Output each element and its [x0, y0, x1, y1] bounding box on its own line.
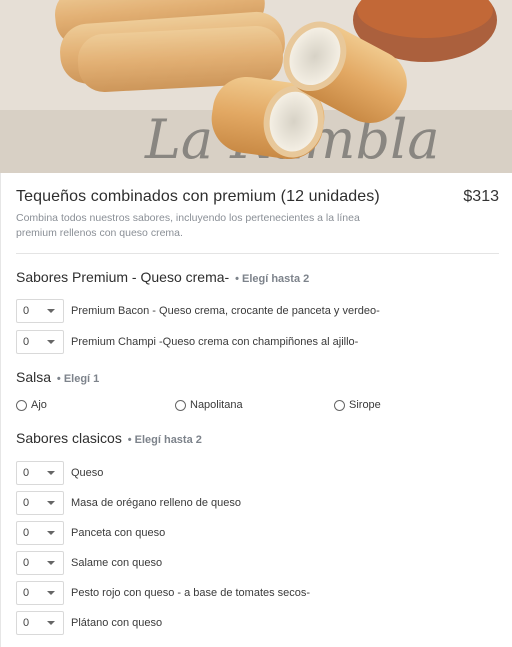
quantity-select[interactable]: 0 [16, 491, 64, 515]
chevron-down-icon [47, 340, 55, 344]
chevron-down-icon [47, 471, 55, 475]
quantity-value: 0 [23, 587, 30, 599]
option-row-platano: 0 Plátano con queso [16, 611, 162, 635]
tequenos-photo: La Rambla [0, 0, 512, 173]
option-row-pesto-rojo: 0 Pesto rojo con queso - a base de tomat… [16, 581, 310, 605]
option-label: Salame con queso [71, 557, 163, 569]
option-label: Panceta con queso [71, 527, 166, 539]
section-title-clasicos-label: Sabores clasicos [16, 430, 122, 446]
option-label: Queso [71, 467, 104, 479]
chevron-down-icon [47, 309, 55, 313]
divider [16, 253, 499, 254]
option-row-premium-champi: 0 Premium Champi -Queso crema con champi… [16, 330, 358, 354]
chevron-down-icon [47, 621, 55, 625]
chevron-down-icon [47, 501, 55, 505]
option-row-panceta: 0 Panceta con queso [16, 521, 165, 545]
option-label: Pesto rojo con queso - a base de tomates… [71, 587, 311, 599]
radio-option-sirope[interactable]: Sirope [334, 399, 381, 411]
section-hint-clasicos: • Elegí hasta 2 [127, 434, 202, 446]
chevron-down-icon [47, 561, 55, 565]
product-title: Tequeños combinados con premium (12 unid… [16, 188, 380, 205]
quantity-value: 0 [23, 467, 30, 479]
option-row-queso: 0 Queso [16, 461, 103, 485]
section-title-premium: Sabores Premium - Queso crema- • Elegí h… [16, 269, 309, 285]
quantity-value: 0 [23, 497, 30, 509]
section-title-salsa-label: Salsa [16, 369, 52, 385]
option-label: Premium Bacon - Queso crema, crocante de… [71, 305, 380, 317]
product-detail-panel: Tequeños combinados con premium (12 unid… [0, 173, 512, 647]
quantity-select[interactable]: 0 [16, 611, 64, 635]
section-title-salsa: Salsa • Elegí 1 [16, 369, 99, 385]
product-price: $313 [463, 188, 499, 205]
quantity-select[interactable]: 0 [16, 521, 64, 545]
section-hint-premium: • Elegí hasta 2 [235, 273, 310, 285]
radio-label: Sirope [349, 399, 381, 411]
radio-label: Napolitana [190, 399, 243, 411]
quantity-select[interactable]: 0 [16, 299, 64, 323]
radio-option-ajo[interactable]: Ajo [16, 399, 47, 411]
section-title-clasicos: Sabores clasicos • Elegí hasta 2 [16, 430, 202, 446]
quantity-value: 0 [23, 336, 30, 348]
option-row-premium-bacon: 0 Premium Bacon - Queso crema, crocante … [16, 299, 380, 323]
radio-button[interactable] [16, 399, 27, 411]
chevron-down-icon [47, 531, 55, 535]
quantity-value: 0 [23, 557, 30, 569]
quantity-select[interactable]: 0 [16, 330, 64, 354]
option-row-masa-oregano: 0 Masa de orégano relleno de queso [16, 491, 241, 515]
option-label: Masa de orégano relleno de queso [71, 497, 242, 509]
option-label: Plátano con queso [71, 617, 163, 629]
option-row-salame: 0 Salame con queso [16, 551, 162, 575]
quantity-select[interactable]: 0 [16, 581, 64, 605]
section-hint-salsa: • Elegí 1 [56, 373, 100, 385]
radio-option-napolitana[interactable]: Napolitana [175, 399, 243, 411]
quantity-value: 0 [23, 617, 30, 629]
section-title-premium-label: Sabores Premium - Queso crema- [16, 269, 230, 285]
quantity-value: 0 [23, 305, 30, 317]
radio-button[interactable] [334, 399, 345, 411]
quantity-value: 0 [23, 527, 30, 539]
radio-label: Ajo [31, 399, 47, 411]
option-label: Premium Champi -Queso crema con champiño… [71, 336, 359, 348]
chevron-down-icon [47, 591, 55, 595]
product-hero-image: La Rambla [0, 0, 512, 173]
radio-button[interactable] [175, 399, 186, 411]
quantity-select[interactable]: 0 [16, 461, 64, 485]
quantity-select[interactable]: 0 [16, 551, 64, 575]
product-description: Combina todos nuestros sabores, incluyen… [16, 212, 360, 239]
